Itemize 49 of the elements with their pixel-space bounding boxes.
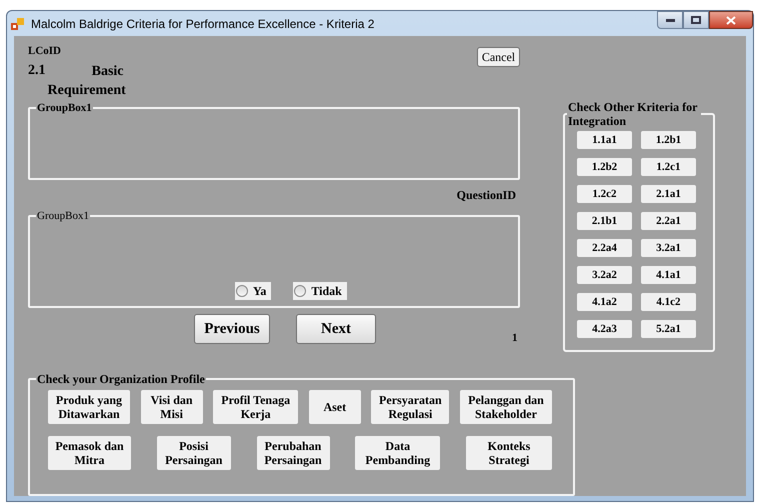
profile-button[interactable]: Pemasok dan Mitra xyxy=(48,436,131,470)
profile-button[interactable]: Aset xyxy=(308,390,361,424)
kriteria-button[interactable]: 4.1a1 xyxy=(641,266,696,284)
group-box-title: Check your Organization Profile xyxy=(36,372,206,386)
minimize-button[interactable] xyxy=(657,11,683,29)
kriteria-button[interactable]: 4.1c2 xyxy=(641,293,696,311)
maximize-button[interactable] xyxy=(683,11,709,29)
maximize-icon xyxy=(691,16,701,24)
close-button[interactable] xyxy=(709,11,753,29)
profile-button[interactable]: Konteks Strategi xyxy=(466,436,552,470)
id-label: LCoID xyxy=(28,44,62,58)
section-number: 2.1 xyxy=(28,62,46,80)
kriteria-button[interactable]: 4.2a3 xyxy=(577,320,632,338)
kriteria-button[interactable]: 1.2c2 xyxy=(577,185,632,203)
next-button[interactable]: Next xyxy=(296,314,376,344)
app-icon xyxy=(11,16,25,30)
kriteria-button[interactable]: 2.1b1 xyxy=(577,212,632,230)
kriteria-button[interactable]: 1.2b1 xyxy=(641,131,696,149)
kriteria-button[interactable]: 3.2a1 xyxy=(641,239,696,257)
profile-button[interactable]: Persyaratan Regulasi xyxy=(371,390,450,424)
question-id-label: QuestionID xyxy=(456,187,516,204)
profile-button[interactable]: Profil Tenaga Kerja xyxy=(213,390,298,424)
previous-button[interactable]: Previous xyxy=(194,314,270,344)
kriteria-button[interactable]: 2.2a4 xyxy=(577,239,632,257)
group-box-title: GroupBox1 xyxy=(36,102,93,114)
profile-button[interactable]: Produk yang Ditawarkan xyxy=(48,390,130,424)
page-counter: 1 xyxy=(512,331,518,345)
close-icon xyxy=(726,16,736,24)
kriteria-button[interactable]: 5.2a1 xyxy=(641,320,696,338)
cancel-button[interactable]: Cancel xyxy=(477,47,520,67)
group-box-title: Check Other Kriteria for Integration xyxy=(567,100,698,128)
profile-button[interactable]: Pelanggan dan Stakeholder xyxy=(460,390,552,424)
group-box-title: GroupBox1 xyxy=(36,210,90,222)
kriteria-button[interactable]: 1.2b2 xyxy=(577,158,632,176)
radio-option[interactable]: Ya xyxy=(235,282,272,300)
minimize-icon xyxy=(666,18,674,22)
profile-button[interactable]: Visi dan Misi xyxy=(140,390,203,424)
profile-button[interactable]: Posisi Persaingan xyxy=(156,436,231,470)
profile-button[interactable]: Data Pembanding xyxy=(355,436,440,470)
kriteria-button[interactable]: 2.1a1 xyxy=(641,185,696,203)
kriteria-button[interactable]: 3.2a2 xyxy=(577,266,632,284)
window-title: Malcolm Baldrige Criteria for Performance Excellence - Kriteria 2 xyxy=(31,16,374,32)
radio-option[interactable]: Tidak xyxy=(293,282,347,300)
kriteria-button[interactable]: 4.1a2 xyxy=(577,293,632,311)
profile-button[interactable]: Perubahan Persaingan xyxy=(256,436,330,470)
kriteria-button[interactable]: 1.1a1 xyxy=(577,131,632,149)
section-title: Basic Requirement xyxy=(48,63,124,100)
kriteria-button[interactable]: 1.2c1 xyxy=(641,158,696,176)
kriteria-button[interactable]: 2.2a1 xyxy=(641,212,696,230)
